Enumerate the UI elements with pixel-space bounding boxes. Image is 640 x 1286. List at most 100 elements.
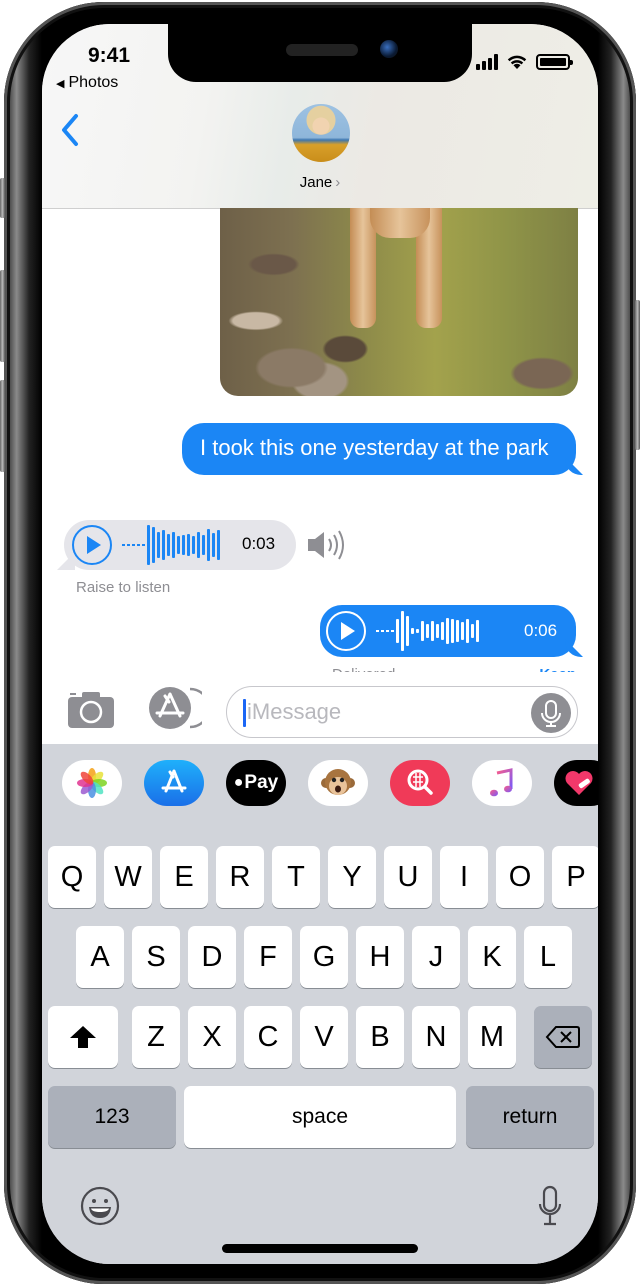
waveform-dash xyxy=(386,630,389,632)
dictation-button[interactable] xyxy=(531,693,571,733)
key-c[interactable]: C xyxy=(244,1006,292,1068)
earpiece xyxy=(286,44,358,56)
key-d[interactable]: D xyxy=(188,926,236,988)
waveform-bar xyxy=(177,536,180,554)
camera-icon[interactable] xyxy=(66,690,116,730)
animoji-monkey-icon xyxy=(321,769,355,795)
audio-waveform xyxy=(122,523,220,567)
key-r[interactable]: R xyxy=(216,846,264,908)
waveform-bar xyxy=(157,532,160,558)
app-apple-pay[interactable]: ● Pay xyxy=(226,760,286,806)
shift-key[interactable] xyxy=(48,1006,118,1068)
key-f[interactable]: F xyxy=(244,926,292,988)
return-key[interactable]: return xyxy=(466,1086,594,1148)
app-photos[interactable] xyxy=(62,760,122,806)
key-s[interactable]: S xyxy=(132,926,180,988)
app-store-drawer-icon[interactable] xyxy=(146,686,202,730)
raise-to-listen-hint: Raise to listen xyxy=(76,579,171,596)
received-audio-message[interactable]: 0:03 xyxy=(64,520,296,570)
sent-audio-message[interactable]: 0:06 xyxy=(320,605,576,657)
waveform-dash xyxy=(376,630,379,632)
key-j[interactable]: J xyxy=(412,926,460,988)
keyboard: ● Pay Q W E R T Y U I O P A S D F G H J … xyxy=(42,744,598,1264)
key-q[interactable]: Q xyxy=(48,846,96,908)
screen: 9:41 ◀ Photos Jane › I took this one yes… xyxy=(42,24,598,1264)
waveform-bar xyxy=(147,525,150,565)
key-g[interactable]: G xyxy=(300,926,348,988)
key-w[interactable]: W xyxy=(104,846,152,908)
front-camera xyxy=(380,40,398,58)
contact-name-button[interactable]: Jane › xyxy=(42,174,598,191)
cellular-signal-icon xyxy=(476,54,498,70)
waveform-bar xyxy=(207,529,210,561)
key-p[interactable]: P xyxy=(552,846,598,908)
waveform-dash xyxy=(132,544,135,546)
apple-pay-label: Pay xyxy=(244,772,279,793)
back-chevron-icon[interactable] xyxy=(56,110,86,150)
audio-duration: 0:03 xyxy=(242,534,276,553)
key-m[interactable]: M xyxy=(468,1006,516,1068)
waveform-dash xyxy=(127,544,130,546)
status-time: 9:41 xyxy=(88,44,131,67)
waveform-dash xyxy=(391,630,394,632)
app-music[interactable] xyxy=(472,760,532,806)
play-icon xyxy=(341,622,355,640)
delete-key[interactable] xyxy=(534,1006,592,1068)
chevron-right-icon: › xyxy=(335,174,341,191)
microphone-icon xyxy=(541,700,561,727)
speaker-volume-icon[interactable] xyxy=(304,527,348,563)
play-button[interactable] xyxy=(326,611,366,651)
app-digital-touch[interactable] xyxy=(554,760,598,806)
play-button[interactable] xyxy=(72,525,112,565)
music-icon xyxy=(490,768,513,797)
input-placeholder: iMessage xyxy=(247,699,342,724)
key-z[interactable]: Z xyxy=(132,1006,180,1068)
back-to-app-link[interactable]: ◀ Photos xyxy=(56,74,118,92)
waveform-bar xyxy=(421,621,424,641)
key-t[interactable]: T xyxy=(272,846,320,908)
key-k[interactable]: K xyxy=(468,926,516,988)
key-n[interactable]: N xyxy=(412,1006,460,1068)
key-v[interactable]: V xyxy=(300,1006,348,1068)
app-app-store[interactable] xyxy=(144,760,204,806)
home-indicator[interactable] xyxy=(222,1244,418,1253)
waveform-bar xyxy=(456,620,459,642)
message-thread: I took this one yesterday at the park 0:… xyxy=(42,208,598,739)
numbers-key[interactable]: 123 xyxy=(48,1086,176,1148)
waveform-bar xyxy=(401,611,404,651)
key-b[interactable]: B xyxy=(356,1006,404,1068)
app-image-search[interactable] xyxy=(390,760,450,806)
waveform-dash xyxy=(137,544,140,546)
key-o[interactable]: O xyxy=(496,846,544,908)
sent-text-message[interactable]: I took this one yesterday at the park xyxy=(182,423,576,475)
key-e[interactable]: E xyxy=(160,846,208,908)
app-animoji[interactable] xyxy=(308,760,368,806)
audio-duration: 0:06 xyxy=(524,621,558,640)
key-i[interactable]: I xyxy=(440,846,488,908)
key-y[interactable]: Y xyxy=(328,846,376,908)
emoji-icon[interactable] xyxy=(80,1186,120,1226)
photos-icon xyxy=(77,768,107,798)
imessage-input[interactable]: iMessage xyxy=(226,686,578,738)
space-key[interactable]: space xyxy=(184,1086,456,1148)
key-x[interactable]: X xyxy=(188,1006,236,1068)
key-a[interactable]: A xyxy=(76,926,124,988)
waveform-bar xyxy=(212,533,215,557)
waveform-bar xyxy=(197,532,200,558)
play-icon xyxy=(87,536,101,554)
waveform-bar xyxy=(202,535,205,555)
keyboard-dictation-icon[interactable] xyxy=(536,1184,564,1228)
waveform-bar xyxy=(446,618,449,644)
waveform-bar xyxy=(476,620,479,642)
waveform-bar xyxy=(416,629,419,633)
key-l[interactable]: L xyxy=(524,926,572,988)
mute-switch xyxy=(0,178,5,218)
key-u[interactable]: U xyxy=(384,846,432,908)
key-h[interactable]: H xyxy=(356,926,404,988)
text-cursor xyxy=(243,699,246,727)
waveform-bar xyxy=(461,622,464,640)
waveform-bar xyxy=(471,624,474,638)
contact-name: Jane xyxy=(299,174,333,191)
photo-attachment[interactable] xyxy=(220,208,578,396)
contact-avatar[interactable] xyxy=(292,104,350,162)
